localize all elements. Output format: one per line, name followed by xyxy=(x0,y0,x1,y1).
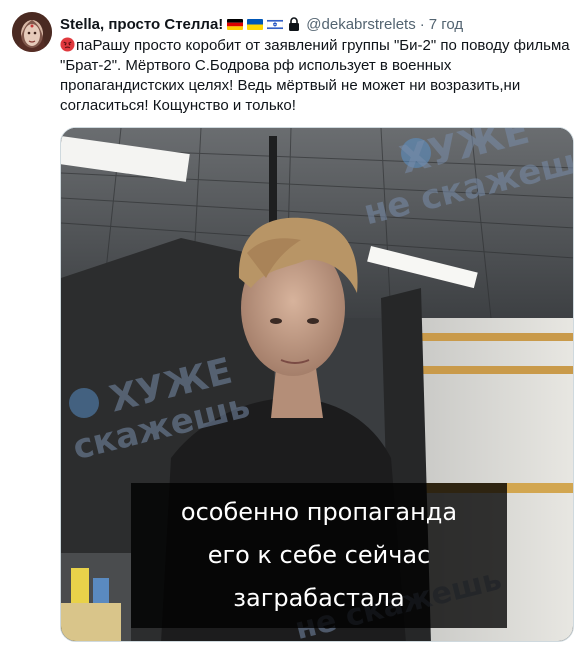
avatar-image xyxy=(12,12,52,52)
display-name[interactable]: Stella, просто Стелла! xyxy=(60,16,223,33)
telegram-icon xyxy=(69,388,99,418)
tweet[interactable]: Stella, просто Стелла! @dekabrstrelets ·… xyxy=(0,0,583,649)
avatar[interactable] xyxy=(12,12,52,52)
timestamp[interactable]: 7 год xyxy=(429,16,463,33)
flag-germany-icon xyxy=(227,18,244,30)
tweet-body: паРашу просто коробит от заявлений групп… xyxy=(60,37,570,114)
flag-ukraine-icon xyxy=(247,18,264,30)
video-subtitle: особенно пропаганда его к себе сейчас за… xyxy=(131,483,507,628)
subtitle-line: заграбастала xyxy=(233,584,405,612)
video-media[interactable]: ХУЖЕ не скажешь ХУЖЕ скажешь не скажешь … xyxy=(60,127,574,642)
angry-face-icon xyxy=(60,37,75,52)
separator-dot: · xyxy=(419,15,425,33)
user-handle[interactable]: @dekabrstrelets xyxy=(306,16,415,33)
tweet-header: Stella, просто Стелла! @dekabrstrelets ·… xyxy=(60,14,463,34)
subtitle-line: особенно пропаганда xyxy=(180,498,458,526)
lock-icon xyxy=(288,17,300,31)
tweet-text: паРашу просто коробит от заявлений групп… xyxy=(60,36,570,116)
flag-israel-icon xyxy=(267,18,284,30)
subtitle-line: его к себе сейчас xyxy=(207,541,431,569)
